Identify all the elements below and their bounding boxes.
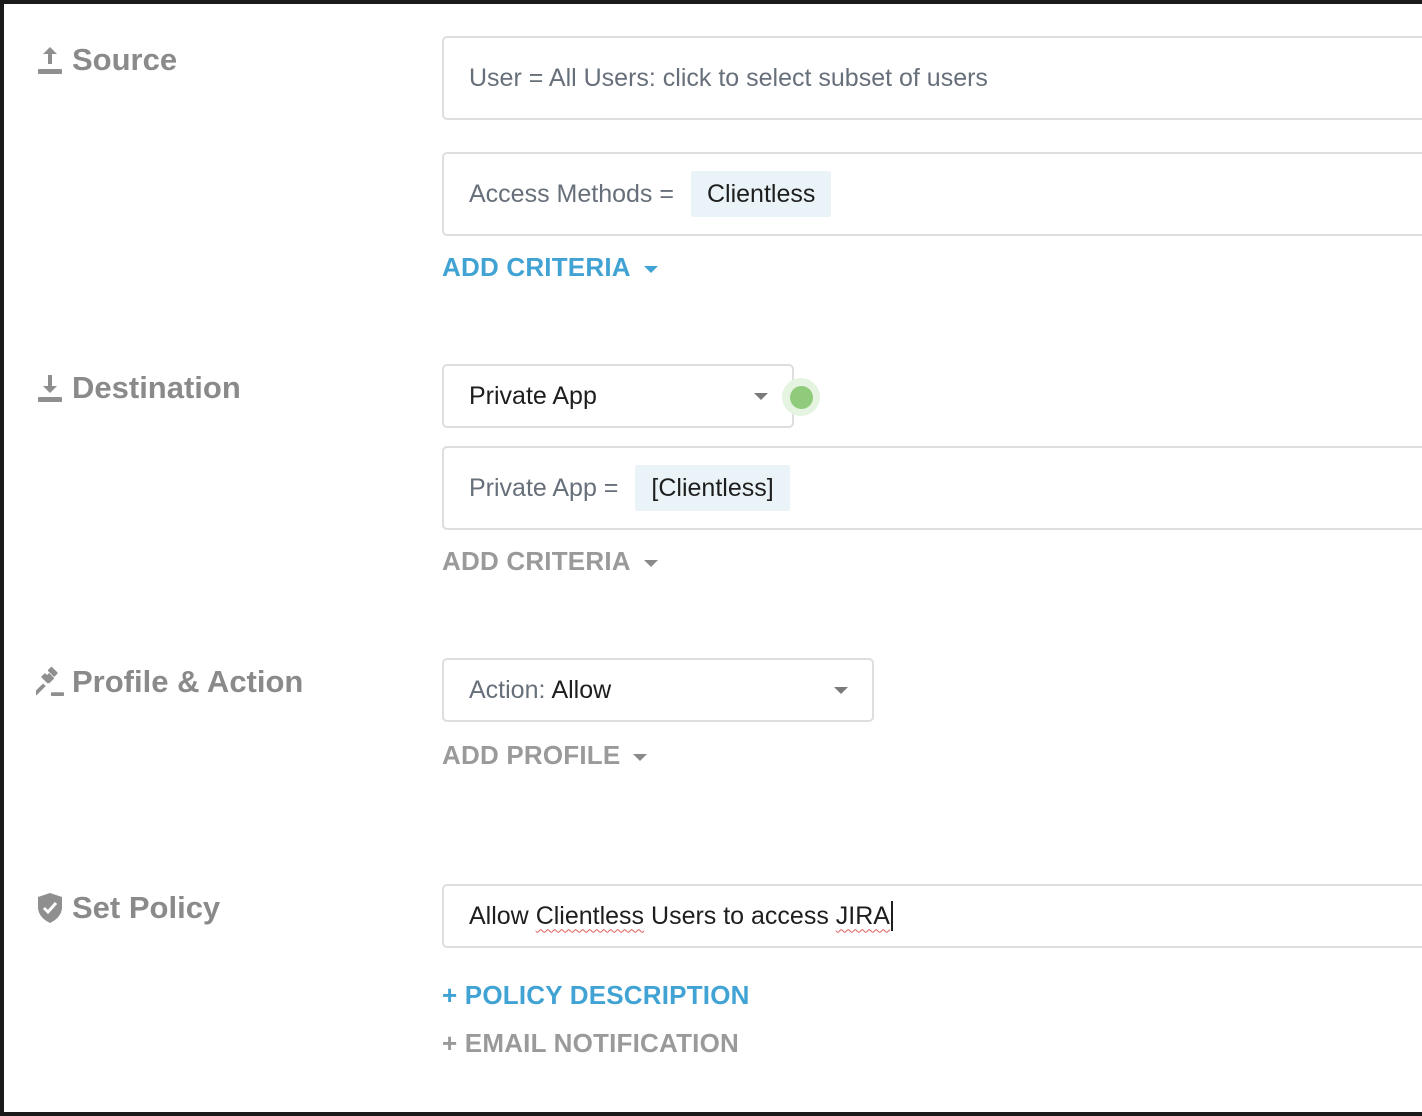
destination-add-criteria-label: ADD CRITERIA bbox=[442, 546, 631, 576]
private-app-chip[interactable]: [Clientless] bbox=[635, 465, 790, 511]
action-select-label: Action: bbox=[469, 675, 546, 704]
access-methods-field[interactable]: Access Methods = Clientless bbox=[442, 152, 1422, 236]
chevron-down-icon bbox=[633, 753, 648, 761]
add-profile-label: ADD PROFILE bbox=[442, 740, 621, 770]
policy-description-link[interactable]: + POLICY DESCRIPTION bbox=[442, 980, 750, 1011]
set-policy-title: Set Policy bbox=[72, 890, 221, 925]
action-select[interactable]: Action: Allow bbox=[442, 658, 874, 722]
download-icon bbox=[36, 371, 64, 405]
access-methods-chip[interactable]: Clientless bbox=[690, 171, 832, 217]
private-app-field[interactable]: Private App = [Clientless] bbox=[442, 446, 1422, 530]
status-indicator-dot bbox=[782, 378, 820, 416]
chevron-down-icon bbox=[754, 393, 768, 400]
action-select-value: Allow bbox=[551, 675, 612, 704]
policy-description-label: + POLICY DESCRIPTION bbox=[442, 980, 750, 1010]
profile-action-title: Profile & Action bbox=[72, 664, 304, 699]
source-add-criteria-label: ADD CRITERIA bbox=[442, 252, 631, 282]
source-add-criteria-button[interactable]: ADD CRITERIA bbox=[442, 252, 658, 283]
profile-action-section-label: Profile & Action bbox=[36, 664, 303, 700]
destination-type-select[interactable]: Private App bbox=[442, 364, 794, 428]
source-section-label: Source bbox=[36, 42, 177, 78]
gavel-icon bbox=[36, 665, 64, 699]
chevron-down-icon bbox=[834, 687, 848, 694]
user-selector-text: User = All Users: click to select subset… bbox=[469, 63, 988, 92]
email-notification-link[interactable]: + EMAIL NOTIFICATION bbox=[442, 1028, 739, 1059]
destination-add-criteria-button[interactable]: ADD CRITERIA bbox=[442, 546, 658, 577]
shield-check-icon bbox=[36, 891, 64, 925]
email-notification-label: + EMAIL NOTIFICATION bbox=[442, 1028, 739, 1058]
policy-name-input[interactable]: Allow Clientless Users to access JIRA bbox=[442, 884, 1422, 948]
text-cursor bbox=[890, 901, 893, 931]
access-methods-label: Access Methods = bbox=[469, 179, 674, 208]
upload-icon bbox=[36, 43, 64, 77]
destination-title: Destination bbox=[72, 370, 241, 405]
destination-section-label: Destination bbox=[36, 370, 241, 406]
user-selector-field[interactable]: User = All Users: click to select subset… bbox=[442, 36, 1422, 120]
add-profile-button[interactable]: ADD PROFILE bbox=[442, 740, 648, 771]
set-policy-section-label: Set Policy bbox=[36, 890, 220, 926]
policy-name-text: Allow Clientless Users to access JIRA bbox=[469, 901, 890, 930]
chevron-down-icon bbox=[643, 559, 658, 567]
chevron-down-icon bbox=[643, 265, 658, 273]
destination-type-value: Private App bbox=[469, 381, 597, 410]
policy-editor: Source User = All Users: click to select… bbox=[4, 4, 1422, 1112]
private-app-label: Private App = bbox=[469, 473, 619, 502]
source-title: Source bbox=[72, 42, 178, 77]
